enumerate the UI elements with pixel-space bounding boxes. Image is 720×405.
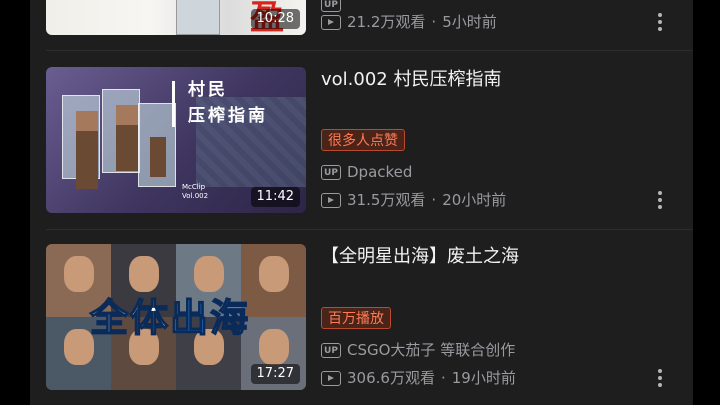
thumbnail-villager-head — [76, 111, 98, 131]
separator: · — [440, 369, 446, 387]
video-duration: 10:28 — [250, 9, 300, 29]
view-count: 31.5万观看 — [347, 191, 426, 209]
thumbnail-villager — [76, 129, 98, 189]
caption-blue: 出海 — [169, 295, 251, 341]
separator: · — [431, 13, 437, 31]
video-card[interactable]: 盈 10:28 UP 21.2万观看 · 5小时前 — [30, 0, 693, 48]
play-count-icon — [321, 193, 341, 208]
video-thumbnail[interactable]: 盈 10:28 — [46, 0, 306, 35]
video-title[interactable]: 【全明星出海】废土之海 — [321, 245, 519, 269]
popularity-tag: 很多人点赞 — [321, 129, 405, 151]
view-count: 306.6万观看 — [347, 369, 435, 387]
up-badge-icon: UP — [321, 0, 341, 12]
video-duration: 17:27 — [250, 364, 300, 384]
more-options-button[interactable] — [653, 11, 667, 33]
video-title[interactable]: vol.002 村民压榨指南 — [321, 68, 501, 92]
thumbnail-logo: McClip Vol.002 — [182, 183, 208, 201]
video-thumbnail[interactable]: 村民 压榨指南 McClip Vol.002 11:42 — [46, 67, 306, 213]
more-options-button[interactable] — [653, 189, 667, 211]
video-feed: 盈 10:28 UP 21.2万观看·5小时前 村民 压榨指南 McCli — [30, 0, 693, 405]
stats-line: 306.6万观看 · 19小时前 — [321, 368, 516, 388]
video-card[interactable]: 村民 压榨指南 McClip Vol.002 11:42 vol.002 村民压… — [30, 67, 693, 217]
thumbnail-villager — [116, 123, 138, 171]
more-options-button[interactable] — [653, 367, 667, 389]
thumbnail-caption: 村民 — [188, 80, 228, 100]
play-count-icon — [321, 371, 341, 386]
stats-line: 31.5万观看 · 20小时前 — [321, 190, 506, 210]
view-count: 21.2万观看 — [347, 13, 426, 31]
thumbnail-accent-bar — [172, 81, 175, 127]
thumbnail-device-image — [176, 0, 220, 35]
play-count-icon — [321, 15, 341, 30]
video-duration: 11:42 — [250, 187, 300, 207]
thumbnail-villager-head — [116, 105, 138, 125]
popularity-tag: 百万播放 — [321, 307, 391, 329]
stats-line: 21.2万观看 · 5小时前 — [321, 12, 497, 32]
thumbnail-villager — [150, 137, 166, 177]
time-ago: 19小时前 — [451, 369, 516, 387]
separator: · — [431, 191, 437, 209]
logo-line: Vol.002 — [182, 192, 209, 200]
caption-white: 全体 — [89, 295, 171, 341]
uploader-name: Dpacked — [347, 163, 413, 181]
uploader-line[interactable]: UP CSGO大茄子 等联合创作 — [321, 340, 515, 360]
up-badge-icon: UP — [321, 165, 341, 180]
uploader-name: CSGO大茄子 等联合创作 — [347, 341, 516, 359]
logo-line: McClip — [182, 183, 206, 191]
uploader-line[interactable]: UP Dpacked — [321, 162, 412, 182]
thumbnail-caption: 压榨指南 — [188, 106, 268, 126]
thumbnail-portrait — [241, 244, 306, 317]
video-card[interactable]: 全体出海 17:27 【全明星出海】废土之海 百万播放 UP CSGO大茄子 等联… — [30, 244, 693, 394]
time-ago: 20小时前 — [442, 191, 507, 209]
thumbnail-caption: 全体出海 — [89, 295, 251, 341]
divider — [46, 50, 693, 51]
time-ago: 5小时前 — [442, 13, 497, 31]
divider — [46, 229, 693, 230]
up-badge-icon: UP — [321, 343, 341, 358]
video-thumbnail[interactable]: 全体出海 17:27 — [46, 244, 306, 390]
